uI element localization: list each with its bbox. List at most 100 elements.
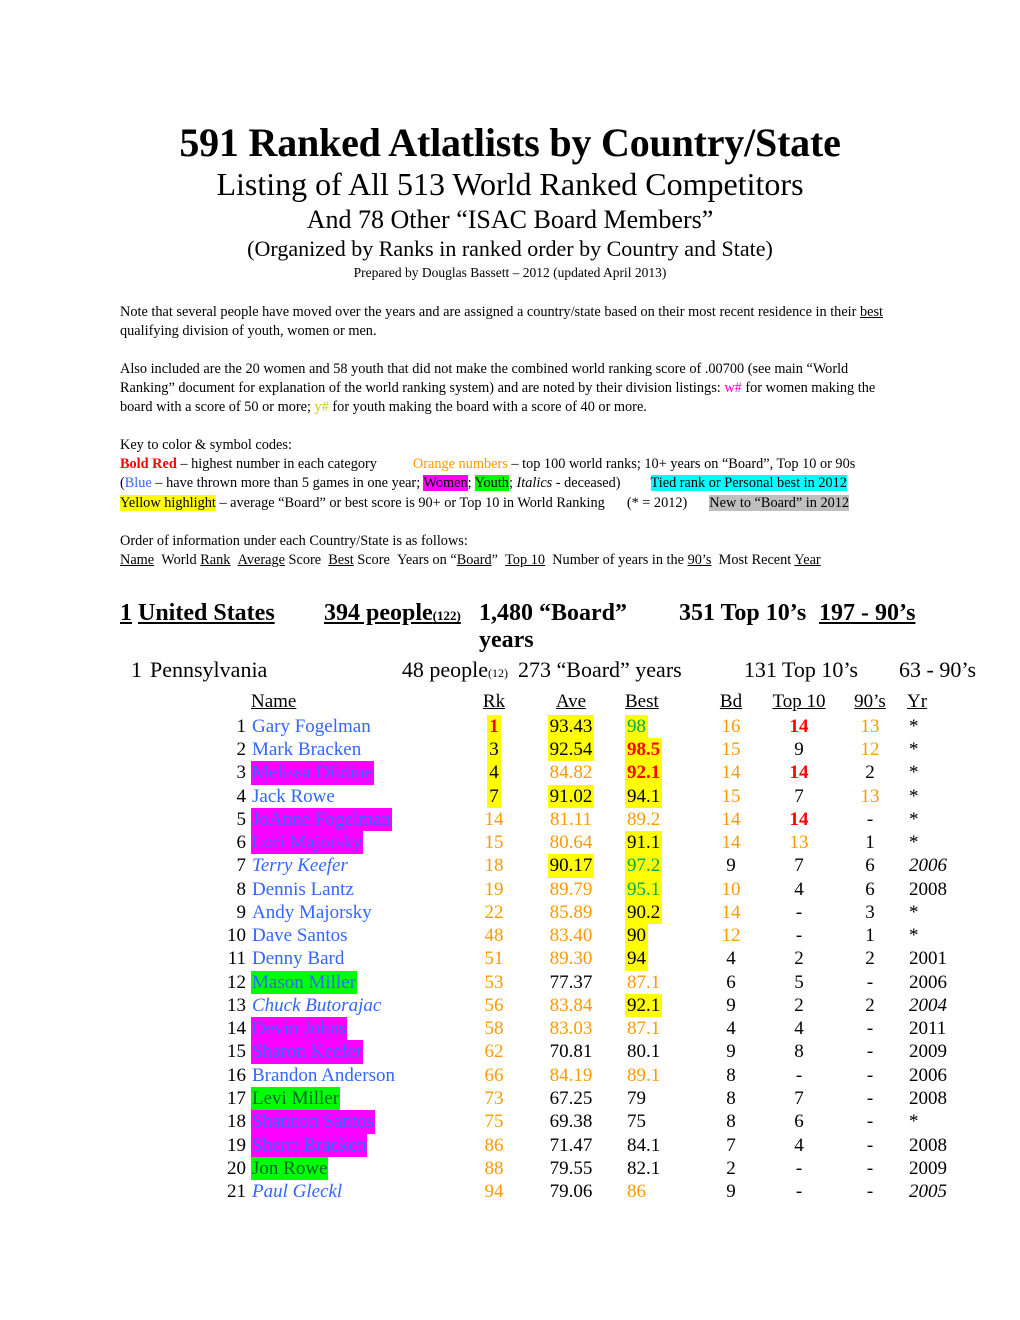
average-score: 83.84 [549, 994, 593, 1016]
best-score-cell: 90 [617, 924, 703, 948]
page-title: 591 Ranked Atlatlists by Country/State [179, 120, 841, 165]
competitor-name: Dave Santos [252, 925, 348, 947]
world-rank: 15 [484, 832, 504, 854]
world-rank-cell: 73 [463, 1087, 525, 1110]
top-10-count: - [795, 1064, 803, 1086]
world-rank-cell: 53 [463, 971, 525, 994]
best-score: 94.1 [625, 784, 663, 808]
most-recent-year-cell: 2006 [901, 854, 977, 877]
youth-code-token: y# [314, 399, 329, 415]
best-score: 91.1 [625, 831, 663, 855]
top-10-count-cell: 2 [759, 947, 839, 970]
key-heading: Key to color & symbol codes: [120, 437, 292, 453]
competitor-name: Jon Rowe [251, 1156, 329, 1181]
board-years-cell: 4 [703, 947, 759, 970]
best-score: 98.5 [625, 738, 663, 762]
top-10-count-cell: 4 [759, 878, 839, 901]
board-years-cell: 12 [703, 924, 759, 947]
average-score: 70.81 [549, 1041, 593, 1063]
average-score-cell: 67.25 [525, 1087, 617, 1110]
world-rank-cell: 75 [463, 1110, 525, 1133]
average-score-cell: 89.79 [525, 878, 617, 901]
best-score-cell: 90.2 [617, 900, 703, 925]
most-recent-year-cell: 2008 [901, 1134, 977, 1157]
competitor-name: Melissa Dildine [251, 761, 374, 785]
top-10-count-cell: - [759, 1157, 839, 1180]
row-index-cell: 3 [236, 762, 247, 784]
average-score-cell: 84.19 [525, 1064, 617, 1087]
world-rank-cell: 22 [463, 901, 525, 924]
top-10-count-cell: 7 [759, 785, 839, 808]
nineties-count: 1 [865, 832, 875, 854]
row-index-cell: 6 [236, 832, 247, 854]
board-years: 9 [726, 855, 736, 877]
row-index-cell: 20 [227, 1157, 246, 1179]
most-recent-year-cell: * [901, 901, 977, 924]
most-recent-year-cell: 2008 [901, 878, 977, 901]
top-10-count-cell: - [759, 1064, 839, 1087]
key-blue-label: Blue [124, 475, 152, 492]
nineties-count: 1 [865, 925, 875, 947]
country-people: 394 people(122) [324, 600, 479, 627]
world-rank: 7 [487, 784, 501, 808]
board-years-cell: 10 [703, 878, 759, 901]
best-score-cell: 87.1 [617, 1017, 703, 1040]
board-years-cell: 14 [703, 831, 759, 854]
nineties-count: 6 [865, 878, 875, 900]
order-field: Number of years in the 90’s [552, 552, 712, 569]
board-years: 6 [726, 971, 736, 993]
table-row: 12 Mason Miller 53 77.37 87.1 6 5 - 2006 [218, 970, 977, 994]
nineties-count: - [866, 971, 874, 993]
note-1-part-c: qualifying division of youth, women or m… [120, 323, 377, 339]
nineties-count: 2 [865, 762, 875, 784]
best-score-cell: 86 [617, 1180, 703, 1203]
competitor-name: Andy Majorsky [252, 901, 372, 923]
nineties-count: - [866, 808, 874, 830]
most-recent-year-cell: * [901, 808, 977, 831]
best-score-cell: 91.1 [617, 831, 703, 855]
row-index-cell: 18 [227, 1111, 246, 1133]
average-score-cell: 91.02 [525, 784, 617, 808]
average-score: 91.02 [547, 784, 595, 808]
world-rank: 1 [487, 714, 501, 738]
board-years-cell: 7 [703, 1134, 759, 1157]
row-index-cell: 15 [227, 1041, 246, 1063]
competitor-name: Dennis Lantz [252, 878, 354, 900]
key-italics-label: Italics [516, 475, 553, 492]
row-index-cell: 10 [227, 925, 246, 947]
nineties-count-cell: 2 [839, 994, 901, 1017]
nineties-count-cell: 2 [839, 947, 901, 970]
best-score-cell: 79 [617, 1087, 703, 1110]
average-score: 85.89 [549, 901, 593, 923]
world-rank: 48 [484, 925, 504, 947]
women-code-token: w# [724, 380, 742, 396]
average-score-cell: 77.37 [525, 971, 617, 994]
col-header-top10: Top 10 [772, 691, 826, 713]
top-10-count-cell: - [759, 901, 839, 924]
state-people-count: 48 people [401, 657, 488, 683]
key-women-label: Women [423, 475, 468, 492]
top-10-count: 6 [794, 1111, 804, 1133]
competitor-name-cell: Dennis Lantz [251, 878, 463, 901]
world-rank-cell: 1 [463, 714, 525, 738]
board-years: 4 [726, 948, 736, 970]
most-recent-year-cell: * [901, 1110, 977, 1133]
average-score: 92.54 [547, 738, 595, 762]
board-years-cell: 8 [703, 1110, 759, 1133]
average-score-cell: 71.47 [525, 1134, 617, 1157]
top-10-count: 2 [794, 994, 804, 1016]
most-recent-year-cell: 2009 [901, 1040, 977, 1063]
competitor-name-cell: Jon Rowe [251, 1156, 463, 1181]
best-score: 90.2 [625, 900, 663, 925]
table-row: 2 Mark Bracken 3 92.54 98.5 15 9 12 * [218, 738, 977, 762]
average-score-cell: 79.06 [525, 1180, 617, 1203]
nineties-count-cell: - [839, 1180, 901, 1203]
nineties-count: 2 [865, 994, 875, 1016]
row-index-cell: 12 [227, 971, 246, 993]
average-score-cell: 92.54 [525, 738, 617, 762]
most-recent-year-cell: * [901, 831, 977, 854]
competitor-name-cell: Paul Gleckl [251, 1180, 463, 1203]
top-10-count: 14 [789, 808, 809, 830]
average-score: 83.40 [549, 925, 593, 947]
world-rank-cell: 56 [463, 994, 525, 1017]
